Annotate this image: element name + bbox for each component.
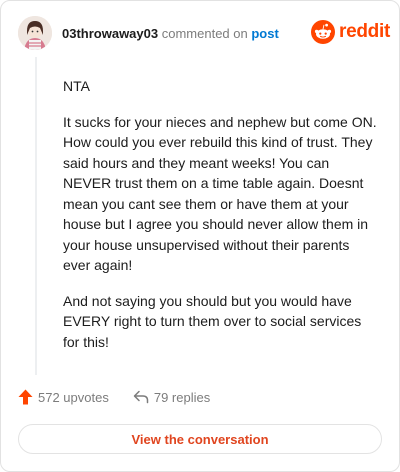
- comment-stats: 572 upvotes 79 replies: [18, 389, 210, 405]
- comment-body: NTA It sucks for your nieces and nephew …: [63, 76, 379, 367]
- comment-paragraph: And not saying you should but you would …: [63, 292, 362, 350]
- comment-card: 03throwaway03 commented on post reddit N…: [0, 0, 400, 472]
- comment-paragraph: NTA: [63, 78, 90, 94]
- commented-on-text: commented on: [161, 26, 248, 41]
- reddit-logo[interactable]: reddit: [311, 20, 390, 44]
- view-conversation-button[interactable]: View the conversation: [18, 424, 382, 454]
- username[interactable]: 03throwaway03: [62, 26, 158, 41]
- upvotes-count: 572 upvotes: [38, 389, 109, 405]
- avatar[interactable]: [18, 16, 52, 50]
- reddit-snoo-icon: [311, 20, 335, 44]
- reply-arrow-icon: [133, 390, 149, 404]
- upvote-arrow-icon: [18, 389, 33, 405]
- comment-header: 03throwaway03 commented on post: [62, 26, 279, 42]
- post-link[interactable]: post: [251, 26, 278, 41]
- replies-count: 79 replies: [153, 389, 211, 405]
- thread-line: [35, 57, 37, 375]
- comment-paragraph: It sucks for your nieces and nephew but …: [63, 113, 377, 274]
- replies-stat[interactable]: 79 replies: [133, 390, 210, 405]
- reddit-wordmark: reddit: [339, 21, 390, 42]
- avatar-illustration: [18, 16, 52, 50]
- upvotes-stat[interactable]: 572 upvotes: [18, 389, 109, 405]
